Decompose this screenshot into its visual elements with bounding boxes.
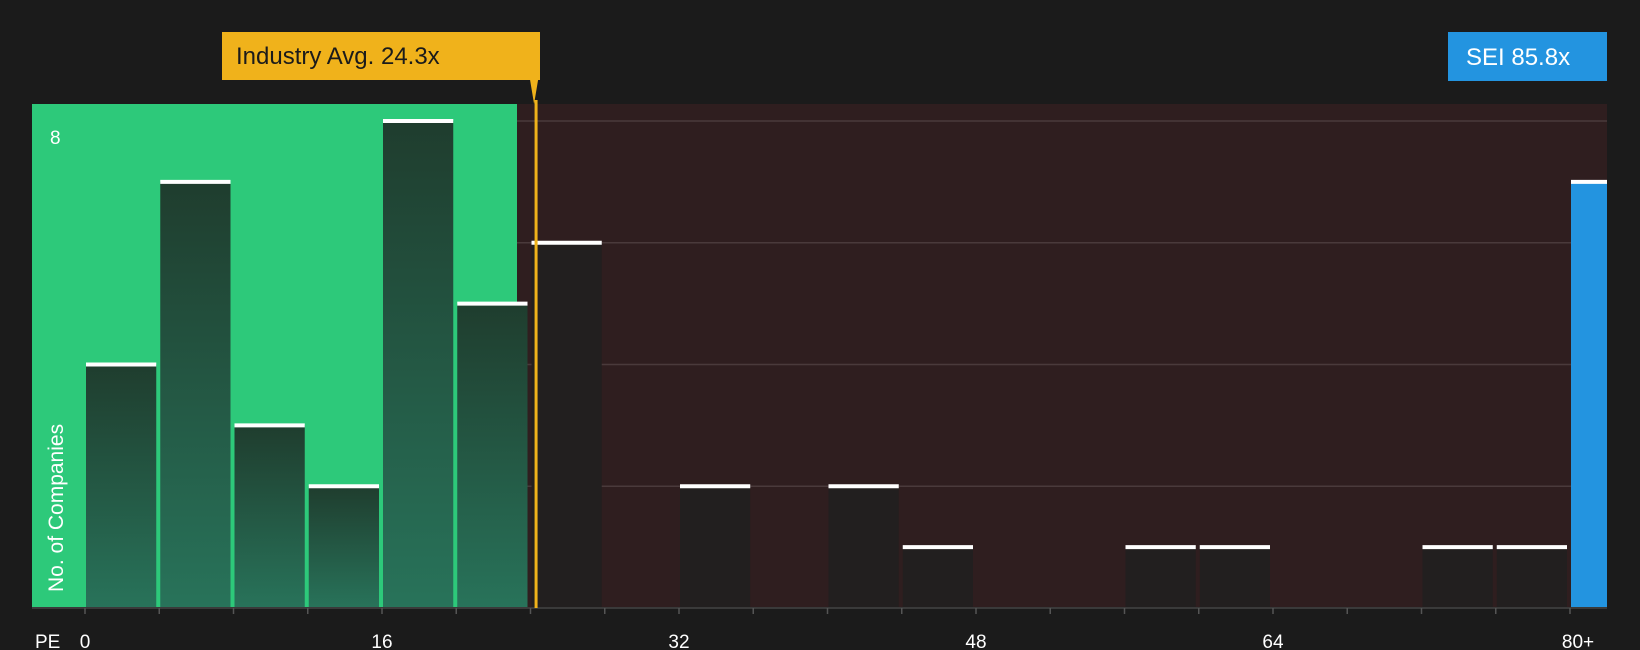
histogram-bar-top	[680, 484, 751, 489]
histogram-bar-top	[531, 240, 602, 245]
histogram-bar	[1422, 547, 1493, 608]
x-tick-label: 80+	[1562, 632, 1594, 650]
x-tick-label: 32	[668, 632, 689, 650]
histogram-bar-top	[160, 179, 231, 184]
histogram-bar	[828, 486, 899, 608]
y-axis-max-label: 8	[50, 128, 61, 149]
histogram-bar-top	[1422, 545, 1493, 550]
x-tick-label: 16	[371, 632, 392, 650]
histogram-bar	[531, 242, 602, 608]
histogram-bar-top	[308, 484, 379, 489]
histogram-bar	[383, 121, 454, 608]
histogram-bar	[234, 425, 305, 608]
histogram-bar	[1125, 547, 1196, 608]
histogram-bar	[308, 486, 379, 608]
histogram-bar-top	[828, 484, 899, 489]
histogram-bar-top	[86, 362, 157, 367]
x-tick-label: 0	[80, 632, 91, 650]
histogram-bar-top	[457, 301, 528, 306]
histogram-bar	[457, 303, 528, 608]
x-tick-label: 48	[965, 632, 986, 650]
histogram-bar-top	[1199, 545, 1270, 550]
y-axis-title: No. of Companies	[45, 424, 68, 592]
histogram-bar	[160, 181, 231, 608]
histogram-bar	[902, 547, 973, 608]
histogram-bar	[1496, 547, 1567, 608]
company-label: SEI 85.8x	[1466, 44, 1570, 71]
histogram-bar-top	[234, 423, 305, 428]
histogram-bar	[1199, 547, 1270, 608]
pe-histogram-chart: Industry Avg. 24.3x SEI 85.8x 8 No. of Comp…	[32, 32, 1607, 650]
histogram-bar-top	[383, 119, 454, 123]
histogram-bar	[86, 364, 157, 608]
histogram-bar-top	[1125, 545, 1196, 550]
company-bar	[1571, 181, 1607, 608]
histogram-bar	[680, 486, 751, 608]
company-bar-top	[1571, 179, 1607, 184]
x-tick-label: 64	[1262, 632, 1284, 650]
histogram-bar-top	[1496, 545, 1567, 550]
x-axis-title: PE	[35, 632, 60, 650]
histogram-bar-top	[902, 545, 973, 550]
industry-average-label: Industry Avg. 24.3x	[236, 43, 440, 70]
